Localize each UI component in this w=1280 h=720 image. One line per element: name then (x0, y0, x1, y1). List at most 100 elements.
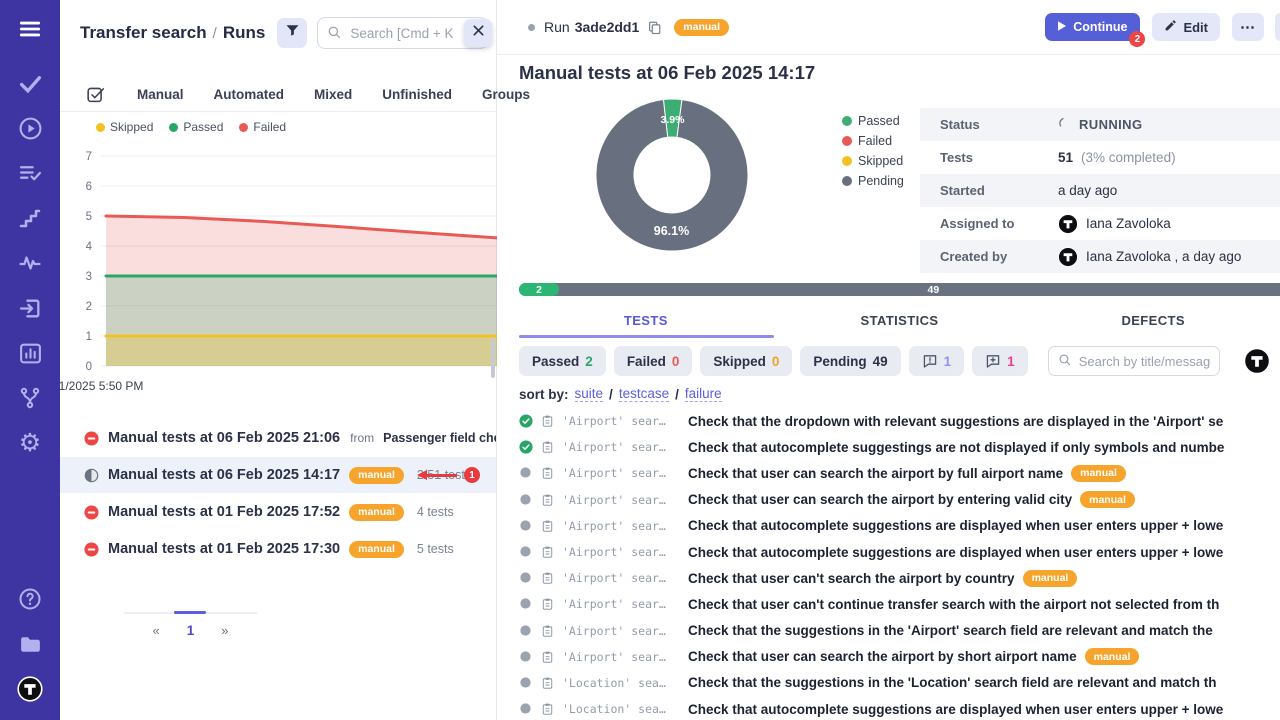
filter-chip-skipped[interactable]: Skipped0 (700, 346, 792, 376)
projects-folder-icon[interactable] (17, 631, 43, 657)
tests-search (1048, 346, 1220, 376)
edit-button[interactable]: Edit (1152, 13, 1220, 41)
filter-button[interactable] (277, 18, 307, 48)
donut-legend-item-pending[interactable]: Pending (842, 174, 904, 188)
close-search-button[interactable] (464, 19, 492, 47)
pending-status-icon (519, 545, 533, 559)
run-row[interactable]: Manual tests at 01 Feb 2025 17:52manual4… (60, 494, 496, 530)
donut-legend-item-skipped[interactable]: Skipped (842, 154, 904, 168)
filter-chip-passed[interactable]: Passed2 (519, 346, 606, 376)
breadcrumb-project[interactable]: Transfer search (80, 23, 207, 43)
donut-legend-item-failed[interactable]: Failed (842, 134, 904, 148)
panel-scrollbar[interactable] (491, 338, 495, 378)
legend-dot-icon (239, 123, 248, 132)
tests-search-input[interactable] (1048, 346, 1220, 376)
failed-minus-circle-icon (84, 431, 99, 446)
tab-tests[interactable]: TESTS (519, 303, 773, 338)
run-row[interactable]: Manual tests at 06 Feb 2025 21:06fromPas… (60, 420, 496, 456)
select-all-checkbox-icon[interactable] (86, 85, 105, 104)
runs-search-input[interactable] (317, 17, 488, 49)
continue-notification-badge: 2 (1129, 31, 1145, 47)
running-half-circle-icon (84, 468, 99, 483)
continue-button[interactable]: Continue 2 (1045, 13, 1140, 41)
comment-plus-icon (985, 353, 1001, 369)
play-circle-icon[interactable] (17, 115, 43, 141)
sort-by-suite[interactable]: suite (575, 386, 604, 402)
legend-item-failed[interactable]: Failed (239, 120, 286, 134)
test-row[interactable]: 'Airport' sear…Check that user can searc… (497, 644, 1280, 670)
filter-chip-failed[interactable]: Failed0 (614, 346, 693, 376)
sort-by-testcase[interactable]: testcase (619, 386, 669, 402)
legend-label: Skipped (858, 154, 903, 168)
run-row[interactable]: Manual tests at 06 Feb 2025 14:17manual2… (60, 457, 496, 493)
legend-item-passed[interactable]: Passed (169, 120, 223, 134)
test-row[interactable]: 'Airport' sear…Check that the suggestion… (497, 618, 1280, 644)
pagination-track (124, 612, 257, 614)
copy-icon[interactable] (647, 20, 662, 35)
check-icon[interactable] (17, 70, 43, 96)
chip-comment-exclamation[interactable]: 1 (909, 346, 965, 376)
info-label: Tests (940, 150, 1058, 165)
tab-automated[interactable]: Automated (214, 87, 285, 102)
run-row-title: Manual tests at 06 Feb 2025 21:06 (108, 430, 340, 446)
test-row[interactable]: 'Airport' sear…Check that autocomplete s… (497, 539, 1280, 565)
filter-chip-label: Failed (627, 354, 666, 369)
svg-text:2: 2 (86, 301, 92, 313)
test-title: Check that autocomplete suggestions are … (688, 545, 1223, 560)
sign-in-icon[interactable] (17, 295, 43, 321)
test-row[interactable]: 'Airport' sear…Check that the dropdown w… (497, 408, 1280, 434)
filter-chip-label: Passed (532, 354, 579, 369)
info-value-text: Iana Zavoloka (1086, 216, 1171, 231)
test-row[interactable]: 'Location' sea…Check that the suggestion… (497, 670, 1280, 696)
settings-gear-icon[interactable] (17, 430, 43, 456)
legend-item-skipped[interactable]: Skipped (96, 120, 153, 134)
tab-manual[interactable]: Manual (137, 87, 184, 102)
tab-statistics[interactable]: STATISTICS (773, 303, 1027, 338)
chip-comment-plus[interactable]: 1 (972, 346, 1028, 376)
test-row[interactable]: 'Airport' sear…Check that autocomplete s… (497, 434, 1280, 460)
workspace-logo-avatar[interactable] (17, 676, 43, 702)
more-actions-button[interactable]: ⋯ (1232, 13, 1264, 41)
filter-chip-pending[interactable]: Pending49 (800, 346, 900, 376)
test-suite: 'Airport' sear… (562, 493, 680, 507)
test-row[interactable]: 'Airport' sear…Check that autocomplete s… (497, 513, 1280, 539)
test-row[interactable]: 'Airport' sear…Check that user can't con… (497, 591, 1280, 617)
pagination-prev-button[interactable]: « (153, 623, 160, 638)
clipped-action-button[interactable] (1275, 13, 1280, 41)
test-title: Check that user can search the airport b… (688, 649, 1077, 664)
tab-mixed[interactable]: Mixed (314, 87, 352, 102)
task-list-icon[interactable] (17, 160, 43, 186)
run-from-group[interactable]: Passenger field check (383, 431, 496, 445)
tab-defects[interactable]: DEFECTS (1026, 303, 1280, 338)
activity-icon[interactable] (17, 250, 43, 276)
donut-legend-item-passed[interactable]: Passed (842, 114, 904, 128)
pagination-page-1[interactable]: 1 (187, 623, 195, 638)
legend-dot-icon (169, 123, 178, 132)
run-row[interactable]: Manual tests at 01 Feb 2025 17:30manual5… (60, 531, 496, 567)
donut-legend: Passed Failed Skipped Pending (842, 114, 904, 188)
run-type-badge: manual (674, 19, 729, 36)
report-chart-icon[interactable] (17, 340, 43, 366)
test-row[interactable]: 'Airport' sear…Check that user can searc… (497, 487, 1280, 513)
test-row[interactable]: 'Airport' sear…Check that user can't sea… (497, 565, 1280, 591)
test-row[interactable]: 'Location' sea…Check that autocomplete s… (497, 696, 1280, 720)
branch-icon[interactable] (17, 385, 43, 411)
pending-status-icon (519, 571, 533, 585)
user-avatar[interactable] (1244, 348, 1270, 374)
svg-text:4: 4 (86, 241, 93, 253)
test-row[interactable]: 'Airport' sear…Check that user can searc… (497, 460, 1280, 486)
info-row-tests: Tests51(3% completed) (920, 141, 1280, 174)
info-value-bold: 51 (1058, 150, 1073, 165)
pagination-next-button[interactable]: » (221, 623, 228, 638)
menu-icon[interactable] (17, 16, 43, 42)
sort-by-failure[interactable]: failure (685, 386, 722, 402)
progress-remaining-label: 49 (928, 283, 940, 296)
steps-icon[interactable] (17, 205, 43, 231)
legend-label: Failed (253, 120, 286, 134)
help-icon[interactable] (17, 586, 43, 612)
arrow-shaft (427, 474, 457, 477)
progress-done-segment: 2 (519, 283, 559, 296)
tab-unfinished[interactable]: Unfinished (382, 87, 452, 102)
sort-separator: / (675, 387, 679, 402)
test-suite: 'Airport' sear… (562, 571, 680, 585)
